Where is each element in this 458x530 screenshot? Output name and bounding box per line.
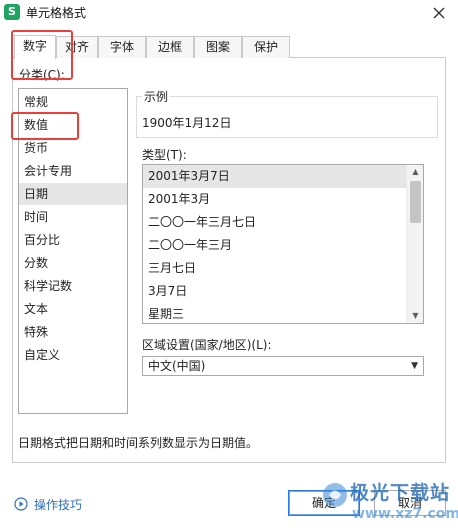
tab-border[interactable]: 边框 (146, 36, 194, 58)
category-label: 分类(C): (18, 66, 66, 83)
category-list[interactable]: 常规 数值 货币 会计专用 日期 时间 百分比 分数 科学记数 文本 特殊 自定… (18, 88, 128, 414)
chevron-down-icon: ▼ (411, 361, 418, 371)
type-list-scrollbar[interactable]: ▲ ▼ (406, 165, 423, 323)
region-label: 区域设置(国家/地区)(L): (142, 338, 272, 352)
category-item-time[interactable]: 时间 (19, 206, 127, 228)
tab-pattern[interactable]: 图案 (194, 36, 242, 58)
dialog-title: 单元格格式 (26, 6, 87, 20)
type-item[interactable]: 2001年3月 (143, 188, 407, 211)
app-icon: S (4, 4, 20, 20)
close-icon (433, 7, 445, 19)
type-item[interactable]: 3月7日 (143, 280, 407, 303)
sample-label: 示例 (142, 88, 171, 105)
tips-label: 操作技巧 (34, 498, 83, 512)
close-button[interactable] (428, 2, 450, 24)
category-item-accounting[interactable]: 会计专用 (19, 160, 127, 182)
category-item-percentage[interactable]: 百分比 (19, 229, 127, 251)
type-item[interactable]: 三月七日 (143, 257, 407, 280)
region-select-value: 中文(中国) (148, 359, 206, 373)
type-label: 类型(T): (142, 148, 187, 162)
ok-button[interactable]: 确定 (288, 490, 360, 516)
scroll-thumb[interactable] (410, 181, 421, 223)
tab-font[interactable]: 字体 (98, 36, 146, 58)
category-item-text[interactable]: 文本 (19, 298, 127, 320)
category-item-number[interactable]: 数值 (19, 114, 127, 136)
scroll-up-arrow-icon[interactable]: ▲ (407, 165, 423, 179)
type-item[interactable]: 星期三 (143, 303, 407, 323)
category-item-general[interactable]: 常规 (19, 91, 127, 113)
cancel-button[interactable]: 取消 (374, 490, 446, 516)
type-item[interactable]: 2001年3月7日 (143, 165, 407, 188)
tab-number[interactable]: 数字 (14, 35, 56, 59)
tab-alignment[interactable]: 对齐 (56, 36, 98, 58)
category-item-special[interactable]: 特殊 (19, 321, 127, 343)
category-item-custom[interactable]: 自定义 (19, 344, 127, 366)
type-item[interactable]: 二〇〇一年三月 (143, 234, 407, 257)
category-item-currency[interactable]: 货币 (19, 137, 127, 159)
sample-value: 1900年1月12日 (142, 116, 232, 130)
category-item-fraction[interactable]: 分数 (19, 252, 127, 274)
category-item-scientific[interactable]: 科学记数 (19, 275, 127, 297)
play-circle-icon (14, 497, 28, 511)
title-bar: S 单元格格式 (0, 0, 458, 26)
format-description: 日期格式把日期和时间系列数显示为日期值。 (18, 436, 259, 450)
type-item[interactable]: 二〇〇一年三月七日 (143, 211, 407, 234)
type-list[interactable]: 2001年3月7日 2001年3月 二〇〇一年三月七日 二〇〇一年三月 三月七日… (142, 164, 424, 324)
category-item-date[interactable]: 日期 (19, 183, 127, 205)
region-select[interactable]: 中文(中国) ▼ (142, 356, 424, 376)
scroll-down-arrow-icon[interactable]: ▼ (407, 309, 423, 323)
tab-protection[interactable]: 保护 (242, 36, 290, 58)
